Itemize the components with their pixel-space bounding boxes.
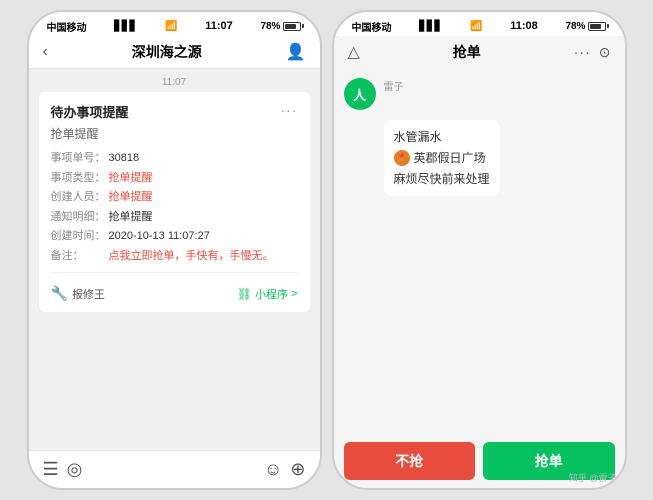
right-battery-icon [588,22,606,31]
right-nav-bar: △ 抢单 ··· ⊙ [334,36,625,68]
right-battery-icons: 78% [565,21,606,32]
right-wifi-icon: 📶 [470,21,482,32]
left-battery-icons: 78% [260,21,301,32]
left-content: 11:07 待办事项提醒 ··· 抢单提醒 事项单号： 30818 事项类型： … [29,69,320,450]
right-carrier: 中国移动 [352,19,392,34]
left-wifi-icon: 📶 [165,21,177,32]
card-title: 待办事项提醒 [51,102,129,121]
add-icon[interactable]: ⊕ [290,459,305,480]
water-text: 水管漏水 [394,128,442,145]
right-signal-icon: ▋▋▋ [419,21,442,32]
info-label-2: 创建人员： [51,189,109,206]
left-nav-title: 深圳海之源 [132,42,202,62]
message-timestamp: 11:07 [29,69,320,92]
footer-repairking[interactable]: 🔧 报修王 [51,285,105,302]
message-bubble: 水管漏水 📍 英郡假日广场 麻烦尽快前来处理 [384,120,500,196]
right-time: 11:08 [510,20,538,32]
left-bottom-bar: ☰ ◎ ☺ ⊕ [29,450,320,488]
info-row-5: 备注： 点我立即抢单，手快有，手慢无。 [51,248,298,265]
footer-repairking-label: 报修王 [72,286,105,302]
reject-button[interactable]: 不抢 [344,442,476,480]
left-carrier: 中国移动 [47,19,87,34]
info-row-4: 创建时间： 2020-10-13 11:07:27 [51,228,298,245]
left-back-button[interactable]: ‹ [43,43,48,61]
card-dots-menu[interactable]: ··· [281,102,298,118]
card-header: 待办事项提醒 ··· [51,102,298,121]
user-name-only: 雷子 [384,78,404,96]
card-divider [51,272,298,273]
info-label-5: 备注： [51,248,109,265]
miniprogram-icon: ⛓ [237,287,252,301]
info-label-0: 事项单号： [51,150,109,167]
right-nav-actions: ··· ⊙ [574,44,611,61]
footer-arrow: > [291,288,297,300]
left-battery-text: 78% [260,21,280,32]
info-row-3: 通知明细： 抢单提醒 [51,209,298,226]
info-row-1: 事项类型： 抢单提醒 [51,170,298,187]
right-dots-icon[interactable]: ··· [574,44,591,60]
location-text: 英郡假日广场 [414,149,486,166]
location-row: 📍 英郡假日广场 [394,149,490,166]
menu-icon[interactable]: ☰ [43,459,59,480]
left-profile-icon[interactable]: 👤 [286,42,306,62]
footer-miniprogram[interactable]: ⛓ 小程序 > [237,286,298,302]
message-text: 麻烦尽快前来处理 [394,172,490,186]
right-status-bar: 中国移动 ▋▋▋ 📶 11:08 78% [334,12,625,36]
right-battery-text: 78% [565,21,585,32]
bubble-water-issue: 水管漏水 [394,128,490,145]
info-value-1: 抢单提醒 [109,170,153,187]
fire-icon: 🔧 [51,285,68,302]
right-home-icon[interactable]: △ [348,42,360,62]
watermark: 知乎 @雷子 [569,471,617,484]
user-avatar: 人 [344,78,376,110]
location-icon: 📍 [394,150,410,166]
message-card: 待办事项提醒 ··· 抢单提醒 事项单号： 30818 事项类型： 抢单提醒 创… [39,92,310,312]
voice-icon[interactable]: ◎ [67,459,83,480]
left-phone: 中国移动 ▋▋▋ 📶 11:07 78% ‹ 深圳海之源 👤 11:07 待办事… [27,10,322,490]
info-value-2: 抢单提醒 [109,189,153,206]
right-chat-area: 人 雷子 水管漏水 📍 英郡假日广场 麻烦尽快前来处理 [334,68,625,434]
footer-miniprogram-label: 小程序 [255,286,288,302]
card-subtitle: 抢单提醒 [51,125,298,142]
info-label-1: 事项类型： [51,170,109,187]
info-value-5: 点我立即抢单，手快有，手慢无。 [109,248,274,265]
info-value-4: 2020-10-13 11:07:27 [109,228,210,245]
left-time: 11:07 [205,20,233,32]
info-value-3: 抢单提醒 [109,209,153,226]
left-bottom-left-icons: ☰ ◎ [43,459,83,480]
emoji-icon[interactable]: ☺ [264,459,282,480]
left-battery-icon [283,22,301,31]
info-row-0: 事项单号： 30818 [51,150,298,167]
left-signal-icon: ▋▋▋ [114,21,137,32]
right-record-icon[interactable]: ⊙ [599,44,611,61]
user-name: 雷子 [384,78,404,93]
right-nav-title: 抢单 [453,42,481,62]
chat-row-message: 水管漏水 📍 英郡假日广场 麻烦尽快前来处理 [384,120,615,196]
card-footer: 🔧 报修王 ⛓ 小程序 > [51,281,298,302]
user-avatar-label: 人 [353,85,366,104]
info-row-2: 创建人员： 抢单提醒 [51,189,298,206]
info-label-4: 创建时间： [51,228,109,245]
left-nav-bar: ‹ 深圳海之源 👤 [29,36,320,69]
message-text-row: 麻烦尽快前来处理 [394,170,490,188]
right-phone: 中国移动 ▋▋▋ 📶 11:08 78% △ 抢单 ··· ⊙ 人 雷子 [332,10,627,490]
info-label-3: 通知明细： [51,209,109,226]
left-bottom-right-icons: ☺ ⊕ [264,459,305,480]
info-value-0: 30818 [109,150,140,167]
chat-row-user: 人 雷子 [344,78,615,110]
left-status-bar: 中国移动 ▋▋▋ 📶 11:07 78% [29,12,320,36]
